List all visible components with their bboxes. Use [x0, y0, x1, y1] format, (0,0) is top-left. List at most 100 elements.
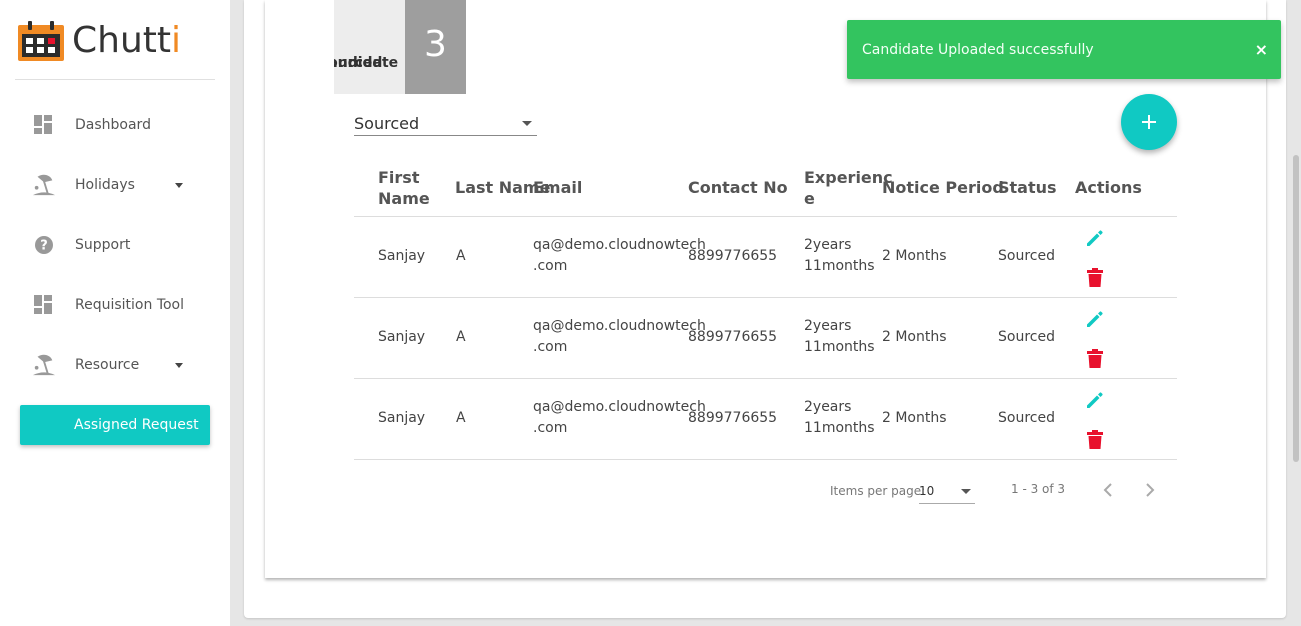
cell-email: qa@demo.cloudnowtech .com: [533, 397, 706, 439]
table-row: Sanjay A qa@demo.cloudnowtech .com 889977…: [354, 379, 1177, 460]
chevron-left-icon: [1103, 483, 1112, 497]
sidebar-item-support[interactable]: ? Support: [20, 225, 210, 265]
sidebar-item-resource[interactable]: Resource: [20, 345, 210, 385]
summary-label-line2: Candidate: [334, 55, 399, 71]
sidebar-item-assigned-request[interactable]: Assigned Request: [20, 405, 210, 445]
cell-experience-l2: 11months: [804, 420, 875, 436]
edit-button[interactable]: [1083, 307, 1107, 331]
calendar-logo-icon: [18, 20, 64, 61]
delete-button[interactable]: [1083, 266, 1107, 290]
cell-notice: 2 Months: [882, 248, 947, 264]
app-logo[interactable]: Chutti: [18, 20, 181, 61]
cell-contact: 8899776655: [688, 329, 778, 345]
delete-button[interactable]: [1083, 347, 1107, 371]
header-contact[interactable]: Contact No: [688, 177, 788, 198]
pencil-icon: [1087, 311, 1103, 327]
cell-experience: 2years 11months: [804, 235, 875, 277]
next-page-button[interactable]: [1137, 478, 1161, 502]
header-first-name-l2: Name: [378, 189, 430, 208]
cell-contact: 8899776655: [688, 248, 778, 264]
items-per-page-label: Items per page:: [830, 484, 926, 498]
cell-last-name: A: [456, 410, 466, 426]
trash-icon: [1087, 349, 1103, 368]
cell-first-name: Sanjay: [378, 329, 426, 345]
summary-count: 3: [405, 0, 466, 94]
cell-last-name: A: [456, 248, 466, 264]
app-name: Chutti: [72, 20, 181, 61]
cell-notice: 2 Months: [882, 329, 947, 345]
edit-button[interactable]: [1083, 388, 1107, 412]
sidebar-item-dashboard[interactable]: Dashboard: [20, 105, 210, 145]
dropdown-arrow-icon: [522, 121, 532, 126]
sidebar-item-label: Dashboard: [75, 117, 151, 133]
cell-first-name: Sanjay: [378, 248, 426, 264]
header-email[interactable]: Email: [533, 177, 582, 198]
previous-page-button[interactable]: [1097, 478, 1121, 502]
cell-status: Sourced: [998, 248, 1055, 264]
header-notice-period[interactable]: Notice Period: [882, 177, 1004, 198]
dashboard-icon: [32, 293, 56, 317]
chevron-down-icon: [175, 363, 183, 368]
svg-text:?: ?: [40, 239, 48, 254]
chevron-right-icon: [1146, 483, 1155, 497]
dashboard-icon: [32, 113, 56, 137]
add-candidate-button[interactable]: [1121, 94, 1177, 150]
cell-email-l2: .com: [533, 339, 568, 355]
cell-experience-l2: 11months: [804, 258, 875, 274]
cell-email-l2: .com: [533, 420, 568, 436]
cell-email-l1: qa@demo.cloudnowtech: [533, 318, 706, 334]
summary-tile-label: SourcedCandidate: [334, 0, 405, 94]
trash-icon: [1087, 430, 1103, 449]
edit-button[interactable]: [1083, 226, 1107, 250]
sidebar-item-label: Support: [75, 237, 131, 253]
cell-experience-l1: 2years: [804, 399, 852, 415]
help-icon: ?: [32, 233, 56, 257]
header-first-name[interactable]: First Name: [378, 167, 430, 209]
cell-email: qa@demo.cloudnowtech .com: [533, 316, 706, 358]
page-size-select[interactable]: 10: [919, 478, 975, 504]
toast-message: Candidate Uploaded successfully: [862, 42, 1094, 58]
beach-icon: [32, 173, 56, 197]
header-experience[interactable]: Experienc e: [804, 167, 893, 209]
status-filter-value: Sourced: [354, 114, 420, 133]
delete-button[interactable]: [1083, 428, 1107, 452]
cell-status: Sourced: [998, 329, 1055, 345]
cell-experience: 2years 11months: [804, 397, 875, 439]
page-range-label: 1 - 3 of 3: [1011, 482, 1066, 496]
cell-notice: 2 Months: [882, 410, 947, 426]
sidebar-item-requisition-tool[interactable]: Requisition Tool: [20, 285, 210, 325]
header-actions: Actions: [1075, 178, 1142, 197]
close-icon[interactable]: ×: [1255, 40, 1268, 59]
app-name-accent: i: [171, 20, 182, 61]
sidebar: Chutti Dashboard Holidays ? Support Requ…: [0, 0, 230, 626]
cell-experience-l1: 2years: [804, 237, 852, 253]
cell-experience-l1: 2years: [804, 318, 852, 334]
beach-icon: [32, 353, 56, 377]
plus-icon: [1142, 115, 1156, 129]
app-name-main: Chutt: [72, 20, 171, 61]
cell-email-l1: qa@demo.cloudnowtech: [533, 237, 706, 253]
cell-first-name: Sanjay: [378, 410, 426, 426]
header-experience-l1: Experienc: [804, 168, 893, 187]
cell-email: qa@demo.cloudnowtech .com: [533, 235, 706, 277]
pencil-icon: [1087, 230, 1103, 246]
trash-icon: [1087, 268, 1103, 287]
status-filter-select[interactable]: Sourced: [354, 110, 537, 136]
table-row: Sanjay A qa@demo.cloudnowtech .com 889977…: [354, 217, 1177, 298]
pencil-icon: [1087, 392, 1103, 408]
sidebar-item-label: Resource: [75, 357, 140, 373]
cell-contact: 8899776655: [688, 410, 778, 426]
table-header: First Name Last Name Email Contact No Exp…: [354, 158, 1177, 217]
chevron-down-icon: [175, 183, 183, 188]
sidebar-item-label: Assigned Request: [74, 417, 199, 433]
vertical-scrollbar[interactable]: [1293, 155, 1299, 462]
sidebar-item-label: Requisition Tool: [75, 297, 185, 313]
header-status[interactable]: Status: [998, 177, 1057, 198]
header-first-name-l1: First: [378, 168, 420, 187]
sidebar-item-holidays[interactable]: Holidays: [20, 165, 210, 205]
page-size-value: 10: [919, 484, 935, 498]
dropdown-arrow-icon: [961, 489, 971, 494]
sidebar-divider: [15, 79, 215, 80]
header-experience-l2: e: [804, 189, 815, 208]
sidebar-item-label: Holidays: [75, 177, 135, 193]
